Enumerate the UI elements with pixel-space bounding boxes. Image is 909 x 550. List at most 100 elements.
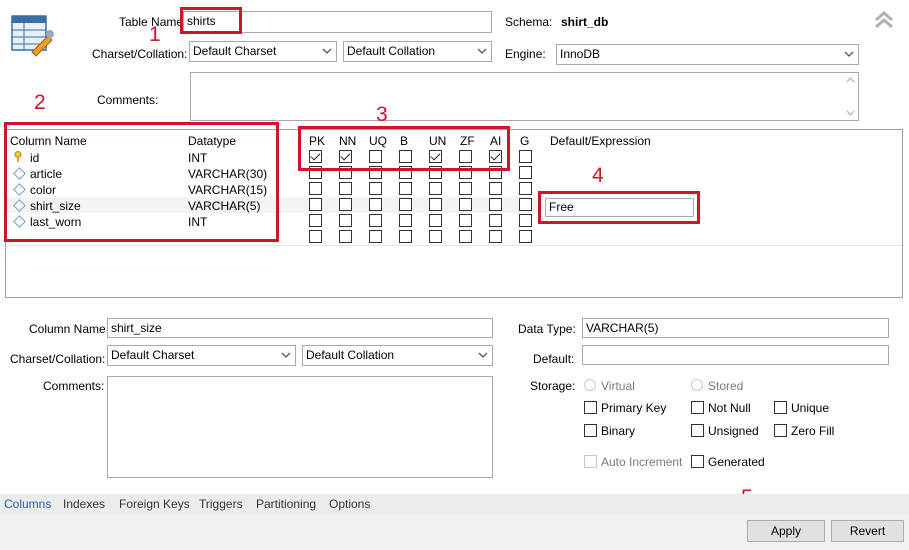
g-checkbox[interactable]: [519, 198, 532, 211]
column-charset-value: Default Charset: [111, 348, 195, 362]
g-checkbox[interactable]: [519, 150, 532, 163]
engine-select[interactable]: InnoDB: [556, 44, 859, 65]
ai-checkbox[interactable]: [489, 214, 502, 227]
column-name-input[interactable]: shirt_size: [107, 318, 493, 338]
zero-fill-checkbox[interactable]: [774, 424, 787, 437]
annotation-box-table-name: [180, 7, 242, 34]
nn-checkbox[interactable]: [339, 182, 352, 195]
g-checkbox[interactable]: [519, 182, 532, 195]
annotation-number-1: 1: [149, 23, 161, 46]
table-editor-icon: [10, 12, 56, 58]
un-checkbox[interactable]: [429, 230, 442, 243]
revert-button[interactable]: Revert: [831, 520, 904, 542]
g-checkbox[interactable]: [519, 230, 532, 243]
uq-checkbox[interactable]: [369, 214, 382, 227]
annotation-box-columns: [4, 122, 279, 242]
primary-key-label: Primary Key: [601, 401, 667, 415]
nn-checkbox[interactable]: [339, 214, 352, 227]
chevron-down-icon: [281, 352, 291, 358]
default-expression-header[interactable]: Default/Expression: [550, 134, 651, 148]
column-charset-select[interactable]: Default Charset: [107, 345, 296, 366]
uq-checkbox[interactable]: [369, 182, 382, 195]
nn-checkbox[interactable]: [339, 198, 352, 211]
default-label: Default:: [533, 352, 575, 366]
tab-columns[interactable]: Columns: [4, 497, 51, 511]
ai-checkbox[interactable]: [489, 198, 502, 211]
unique-checkbox[interactable]: [774, 401, 787, 414]
unique-label: Unique: [791, 401, 830, 415]
g-checkbox[interactable]: [519, 166, 532, 179]
tab-options[interactable]: Options: [329, 497, 370, 511]
tab-foreign-keys[interactable]: Foreign Keys: [119, 497, 190, 511]
un-checkbox[interactable]: [429, 182, 442, 195]
b-checkbox[interactable]: [399, 182, 412, 195]
table-collation-select[interactable]: Default Collation: [343, 41, 492, 62]
generated-label: Generated: [708, 455, 765, 469]
engine-value: InnoDB: [560, 47, 601, 61]
ai-checkbox[interactable]: [489, 230, 502, 243]
pk-checkbox[interactable]: [309, 230, 322, 243]
virtual-label: Virtual: [601, 379, 635, 393]
not-null-checkbox[interactable]: [691, 401, 704, 414]
binary-checkbox[interactable]: [584, 424, 597, 437]
tab-partitioning[interactable]: Partitioning: [256, 497, 316, 511]
b-checkbox[interactable]: [399, 214, 412, 227]
pk-checkbox[interactable]: [309, 198, 322, 211]
chevron-down-icon: [478, 352, 488, 358]
zf-checkbox[interactable]: [459, 198, 472, 211]
table-charset-select[interactable]: Default Charset: [189, 41, 337, 62]
default-input[interactable]: [582, 345, 889, 365]
column-comments-textarea[interactable]: [107, 376, 493, 478]
column-collation-value: Default Collation: [306, 348, 395, 362]
uq-checkbox[interactable]: [369, 198, 382, 211]
column-name-label: Column Name:: [29, 322, 110, 336]
primary-key-checkbox[interactable]: [584, 401, 597, 414]
engine-label: Engine:: [505, 47, 546, 61]
zf-checkbox[interactable]: [459, 230, 472, 243]
tab-indexes[interactable]: Indexes: [63, 497, 105, 511]
b-checkbox[interactable]: [399, 198, 412, 211]
pk-checkbox[interactable]: [309, 182, 322, 195]
collapse-chevron-icon[interactable]: [873, 10, 895, 30]
uq-checkbox[interactable]: [369, 230, 382, 243]
table-collation-value: Default Collation: [347, 44, 436, 58]
scroll-up-icon[interactable]: [846, 77, 855, 83]
storage-label: Storage:: [530, 379, 576, 393]
unsigned-label: Unsigned: [708, 424, 759, 438]
tab-triggers[interactable]: Triggers: [199, 497, 243, 511]
chevron-down-icon: [322, 48, 332, 54]
b-checkbox[interactable]: [399, 230, 412, 243]
data-type-input[interactable]: VARCHAR(5): [582, 318, 889, 338]
un-checkbox[interactable]: [429, 214, 442, 227]
table-charset-value: Default Charset: [193, 44, 277, 58]
comments-label: Comments:: [97, 93, 159, 107]
charset-collation-label: Charset/Collation:: [92, 47, 188, 61]
g-header[interactable]: G: [520, 134, 529, 148]
virtual-radio[interactable]: [584, 379, 596, 391]
un-checkbox[interactable]: [429, 198, 442, 211]
auto-increment-checkbox[interactable]: [584, 455, 597, 468]
annotation-number-2: 2: [34, 91, 46, 114]
zero-fill-label: Zero Fill: [791, 424, 835, 438]
scroll-down-icon[interactable]: [846, 110, 855, 116]
table-comments-textarea[interactable]: [190, 72, 859, 121]
data-type-label: Data Type:: [518, 322, 576, 336]
zf-checkbox[interactable]: [459, 214, 472, 227]
apply-button[interactable]: Apply: [747, 520, 825, 542]
stored-label: Stored: [708, 379, 744, 393]
grid-separator: [6, 245, 902, 246]
chevron-down-icon: [844, 51, 854, 57]
nn-checkbox[interactable]: [339, 230, 352, 243]
pk-checkbox[interactable]: [309, 214, 322, 227]
generated-checkbox[interactable]: [691, 455, 704, 468]
g-checkbox[interactable]: [519, 214, 532, 227]
unsigned-checkbox[interactable]: [691, 424, 704, 437]
column-comments-label: Comments:: [43, 379, 105, 393]
not-null-label: Not Null: [708, 401, 751, 415]
zf-checkbox[interactable]: [459, 182, 472, 195]
annotation-number-4: 4: [592, 164, 604, 187]
schema-value: shirt_db: [561, 15, 609, 29]
stored-radio[interactable]: [691, 379, 703, 391]
column-collation-select[interactable]: Default Collation: [302, 345, 493, 366]
ai-checkbox[interactable]: [489, 182, 502, 195]
